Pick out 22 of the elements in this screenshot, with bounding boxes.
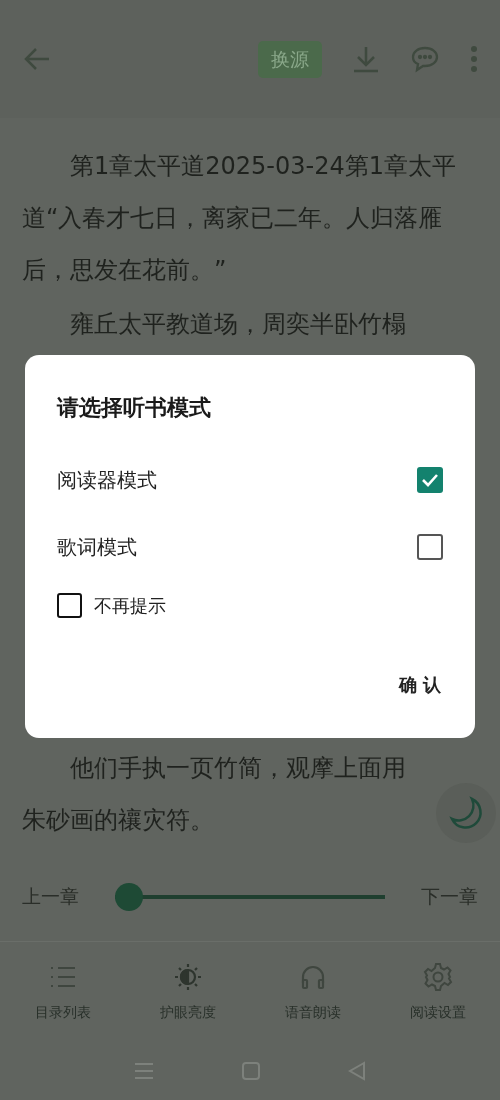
checkbox[interactable] [57,593,82,618]
more-icon[interactable] [470,45,478,73]
menu-icon[interactable] [134,1062,154,1080]
checkbox[interactable] [417,533,443,560]
option-label: 阅读器模式 [57,466,157,494]
confirm-button[interactable]: 确 认 [396,671,443,698]
paragraph: 第1章太平道2025-03-24第1章太平道“入春才七日，离家已二年。人归落雁后，思发在花前。” [22,151,457,286]
gear-icon [422,961,453,992]
source-button[interactable]: 换源 [258,40,322,78]
brightness-icon [173,961,202,992]
option-label: 歌词模式 [57,533,137,561]
progress-thumb[interactable] [115,882,143,911]
download-icon[interactable] [352,45,380,73]
check-icon [421,472,439,487]
checkbox-label: 不再提示 [94,594,166,618]
paragraph: 雍丘太平教道场，周奕半卧竹榻 [69,309,407,340]
back-triangle-icon[interactable] [348,1061,366,1081]
comment-icon[interactable] [410,45,440,73]
paragraph: 他们手执一页竹简，观摩上面用朱砂画的禳灾符。 [22,753,407,836]
dialog-title: 请选择听书模式 [57,394,212,422]
home-icon[interactable] [242,1062,260,1080]
checkbox[interactable] [417,466,443,493]
